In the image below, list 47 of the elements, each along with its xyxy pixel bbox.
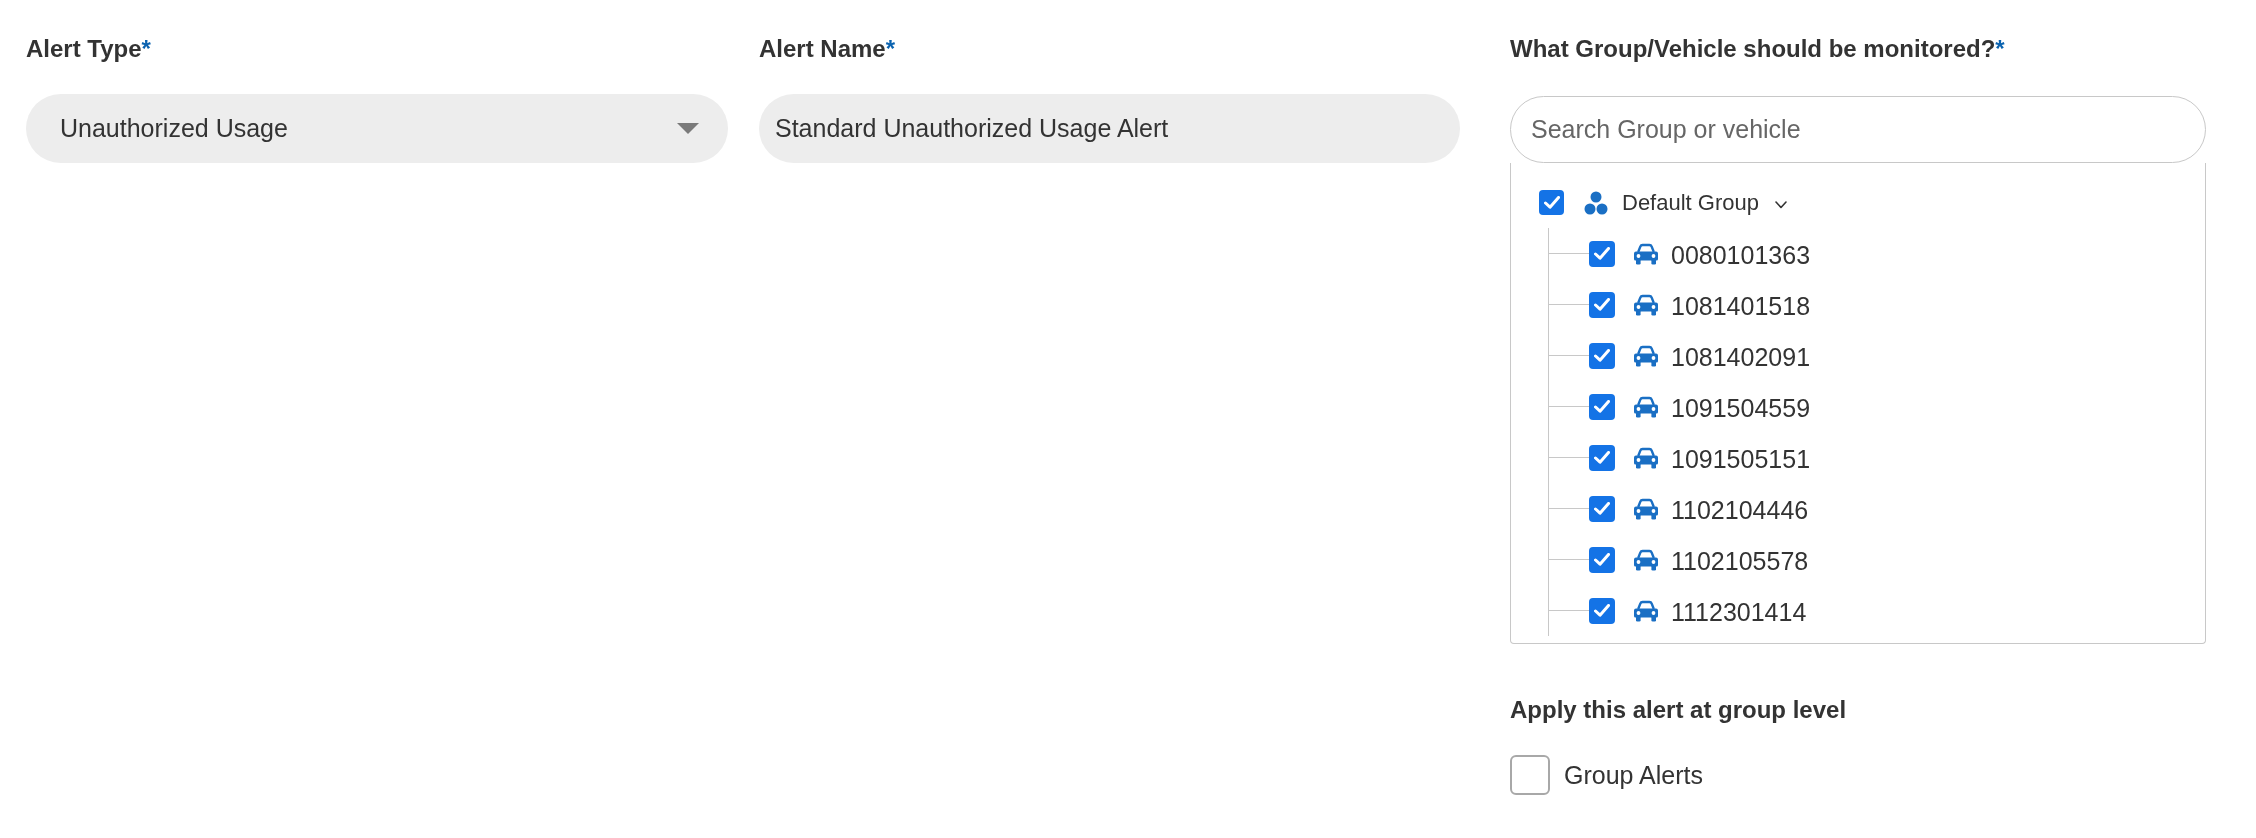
checkbox[interactable] [1589, 291, 1615, 318]
dropdown[interactable]: Unauthorized Usage [26, 94, 728, 163]
tree-item-label[interactable]: 1091504559 [1671, 390, 1811, 423]
checkbox[interactable] [1539, 190, 1564, 215]
checkbox[interactable] [1589, 546, 1615, 573]
tree-item-label[interactable]: 1081402091 [1671, 339, 1811, 372]
checkbox-label[interactable]: Group Alerts [1564, 760, 1703, 790]
checkmark-icon [1543, 196, 1560, 209]
checkmark-icon [1594, 247, 1610, 260]
tree-item-label[interactable]: 1102104446 [1671, 492, 1809, 525]
checkmark-icon [1594, 604, 1610, 617]
checkbox[interactable] [1510, 755, 1550, 795]
car-icon [1633, 446, 1659, 469]
tree-item-label[interactable]: Default Group [1622, 189, 1759, 216]
car-icon [1633, 395, 1659, 418]
tree-item-label[interactable]: 1112301414 [1671, 594, 1807, 627]
checkmark-icon [1594, 400, 1610, 413]
checkbox[interactable] [1589, 444, 1615, 471]
checkbox[interactable] [1589, 240, 1615, 267]
checkmark-icon [1594, 502, 1610, 515]
tree-item-label[interactable]: 1102105578 [1671, 543, 1809, 576]
search-field[interactable]: Search Group or vehicle [1510, 96, 2206, 163]
chevron-down-icon[interactable] [1774, 200, 1787, 209]
field-label: Alert Name* [759, 35, 896, 63]
checkmark-icon [1594, 349, 1610, 362]
checkbox[interactable] [1589, 597, 1615, 624]
three-circles-icon [1583, 190, 1609, 215]
field-label: What Group/Vehicle should be monitored?* [1510, 35, 2005, 63]
checkbox[interactable] [1589, 393, 1615, 420]
car-icon [1633, 599, 1659, 622]
checkbox[interactable] [1589, 342, 1615, 369]
checkbox[interactable] [1589, 495, 1615, 522]
car-icon [1633, 497, 1659, 520]
checkmark-icon [1594, 553, 1610, 566]
checkmark-icon [1594, 451, 1610, 464]
car-icon [1633, 344, 1659, 367]
car-icon [1633, 242, 1659, 265]
caret-down-icon [677, 123, 699, 134]
text-input[interactable]: Standard Unauthorized Usage Alert [759, 94, 1460, 163]
tree-item-label[interactable]: 0080101363 [1671, 237, 1811, 270]
section-label: Apply this alert at group level [1510, 696, 1847, 724]
checkmark-icon [1594, 298, 1610, 311]
tree-item-label[interactable]: 1081401518 [1671, 288, 1811, 321]
car-icon [1633, 293, 1659, 316]
field-label: Alert Type* [26, 35, 151, 63]
tree-item-label[interactable]: 1091505151 [1671, 441, 1811, 474]
car-icon [1633, 548, 1659, 571]
